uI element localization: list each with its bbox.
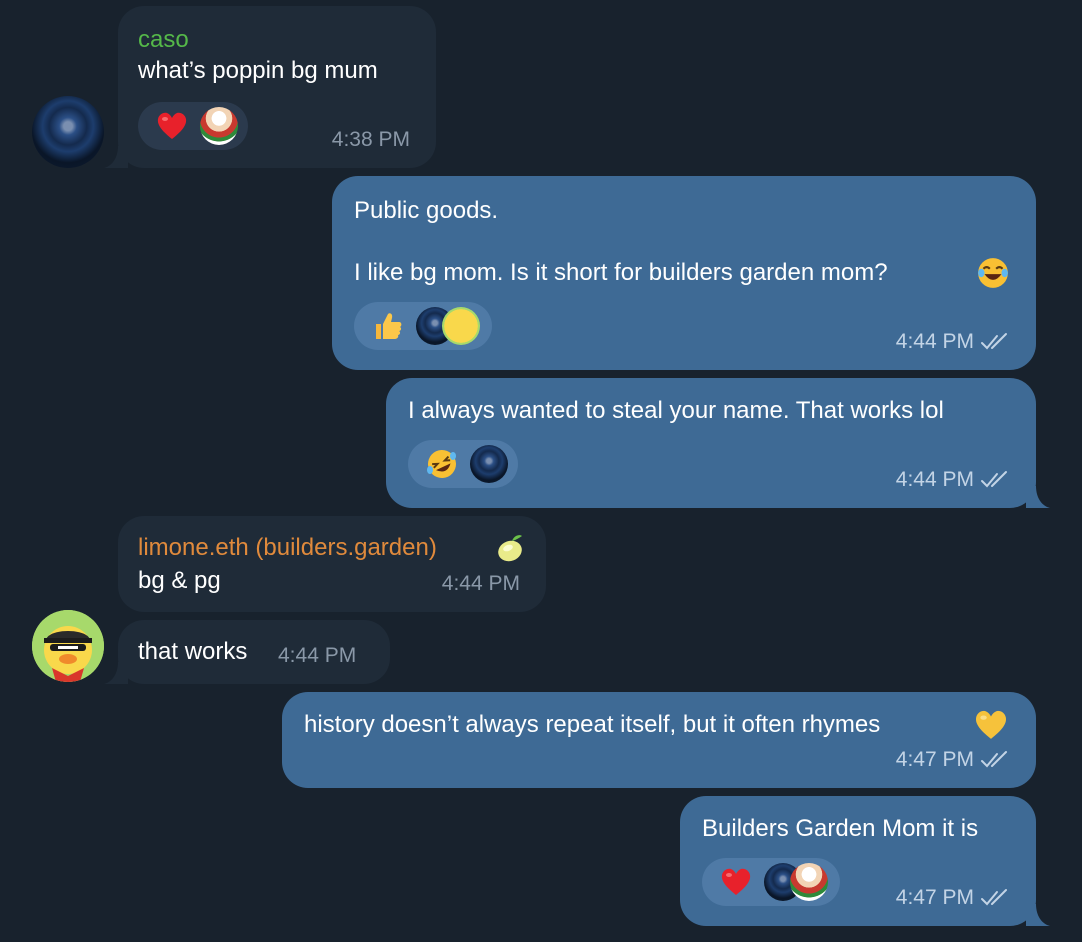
chat-history[interactable]: caso what’s poppin bg mum 4:38 PM Public… [0,0,1082,942]
message-time: 4:38 PM [331,128,410,151]
thumbs-up-icon [376,313,402,339]
reaction-chip[interactable] [702,858,840,906]
bubble-tail [104,146,128,168]
lemon-icon [498,535,522,562]
red-heart-icon [721,868,751,895]
message-time: 4:47 PM [895,886,974,909]
yellow-heart-icon [975,710,1007,739]
reaction-chip[interactable] [354,302,492,350]
message-text-line2: I like bg mom. Is it short for builders … [354,259,888,286]
bubble-tail [1026,486,1050,508]
bubble-tail [104,662,128,684]
message-time: 4:44 PM [895,468,974,491]
message-bubble-outgoing[interactable]: Public goods. I like bg mom. Is it short… [332,176,1036,370]
robot-avatar-icon [470,445,508,483]
red-heart-icon [157,112,187,139]
message-bubble-outgoing[interactable]: Builders Garden Mom it is 4:47 PM [680,796,1036,926]
chef-avatar-icon [790,863,828,901]
message-bubble-outgoing[interactable]: I always wanted to steal your name. That… [386,378,1036,508]
sender-name[interactable]: caso [138,26,189,54]
bubble-tail [1026,904,1050,926]
duck-avatar-icon [32,610,104,682]
duck-avatar[interactable] [32,610,104,682]
sender-name[interactable]: limone.eth (builders.garden) [138,534,437,562]
message-text: history doesn’t always repeat itself, bu… [304,711,881,738]
message-bubble-incoming[interactable]: limone.eth (builders.garden) bg & pg 4:4… [118,516,546,612]
message-bubble-incoming[interactable]: that works 4:44 PM [118,620,390,684]
message-time: 4:44 PM [278,644,357,667]
laughing-face-icon [978,258,1008,288]
duck-avatar-icon [442,307,480,345]
message-time: 4:47 PM [895,748,974,771]
read-double-check-icon [981,333,1007,350]
robot-avatar[interactable] [32,96,104,168]
message-text: what’s poppin bg mum [138,57,378,84]
chef-avatar-icon [200,107,238,145]
read-double-check-icon [981,471,1007,488]
read-double-check-icon [981,751,1007,768]
message-time: 4:44 PM [441,572,520,595]
rolling-laughing-face-icon [427,450,456,478]
message-time: 4:44 PM [895,330,974,353]
message-bubble-outgoing[interactable]: history doesn’t always repeat itself, bu… [282,692,1036,788]
message-text: Builders Garden Mom it is [702,815,979,842]
message-text: that works [138,638,248,665]
message-text: bg & pg [138,567,221,594]
message-text-line1: Public goods. [354,197,499,224]
reaction-chip[interactable] [138,102,248,150]
message-text: I always wanted to steal your name. That… [408,397,944,424]
message-bubble-incoming[interactable]: caso what’s poppin bg mum 4:38 PM [118,6,436,168]
read-double-check-icon [981,889,1007,906]
reaction-chip[interactable] [408,440,518,488]
